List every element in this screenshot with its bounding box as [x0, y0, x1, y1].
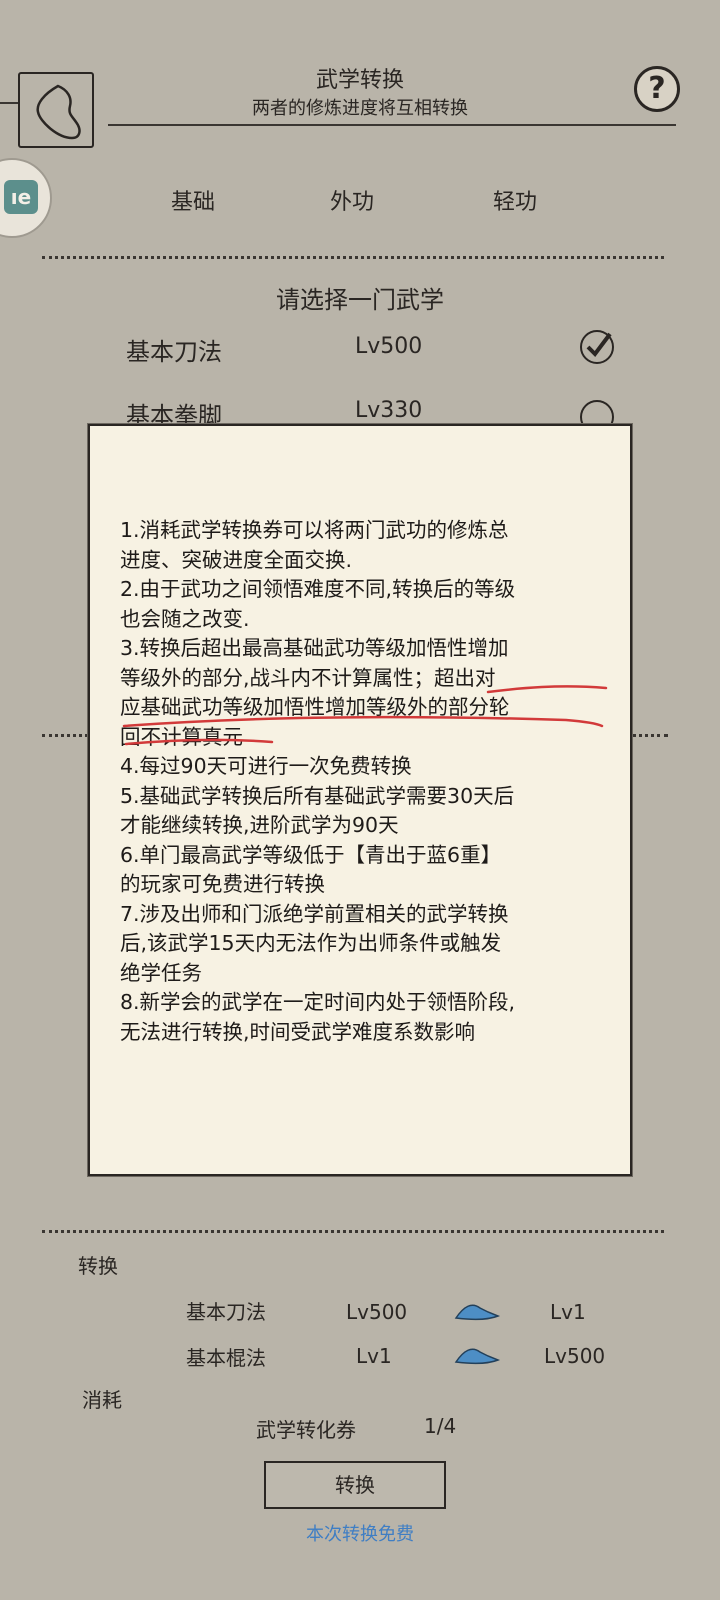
- bottom-divider: [42, 1230, 664, 1233]
- page-subtitle: 两者的修炼进度将互相转换: [252, 98, 468, 119]
- tab-basic[interactable]: 基础: [133, 184, 253, 216]
- martial-name: 基本刀法: [126, 338, 222, 366]
- red-underline-annotation: [122, 685, 608, 746]
- tab-external[interactable]: 外功: [292, 184, 412, 216]
- cost-label: 消耗: [82, 1388, 122, 1412]
- rules-popup[interactable]: 1.消耗武学转换券可以将两门武功的修炼总 进度、突破进度全面交换. 2.由于武功…: [88, 424, 632, 1176]
- page-title: 武学转换: [315, 68, 404, 93]
- free-conversion-note: 本次转换免费: [306, 1524, 414, 1545]
- martial-row[interactable]: 基本拳脚 Lv330: [0, 390, 720, 434]
- convert-button[interactable]: 转换: [264, 1461, 446, 1509]
- convert-target-name: 基本棍法: [186, 1346, 266, 1370]
- martial-level: Lv500: [355, 334, 423, 359]
- convert-target-to-level: Lv500: [544, 1344, 606, 1368]
- header-divider: [108, 124, 676, 126]
- list-divider-right: [632, 734, 668, 737]
- tabs-divider: [42, 256, 664, 259]
- tab-lightness[interactable]: 轻功: [455, 184, 575, 216]
- cost-item-count: 1/4: [424, 1414, 457, 1438]
- list-divider-left: [42, 734, 88, 737]
- convert-section-label: 转换: [78, 1254, 118, 1278]
- checked-icon[interactable]: [580, 330, 614, 364]
- select-martial-title: 请选择一门武学: [276, 286, 444, 314]
- help-button[interactable]: ?: [634, 66, 680, 112]
- floating-side-button[interactable]: ıe: [0, 158, 52, 238]
- martial-row[interactable]: 基本刀法 Lv500: [0, 326, 720, 370]
- side-badge-icon: ıe: [4, 180, 38, 214]
- convert-from-level: Lv500: [346, 1300, 408, 1324]
- swap-arrow-icon: [454, 1300, 502, 1326]
- martial-level: Lv330: [355, 398, 423, 423]
- convert-from-name: 基本刀法: [186, 1300, 266, 1324]
- cost-item-name: 武学转化券: [256, 1418, 356, 1442]
- swap-arrow-icon: [454, 1344, 502, 1370]
- convert-target-from-level: Lv1: [356, 1344, 392, 1368]
- convert-to-level: Lv1: [550, 1300, 586, 1324]
